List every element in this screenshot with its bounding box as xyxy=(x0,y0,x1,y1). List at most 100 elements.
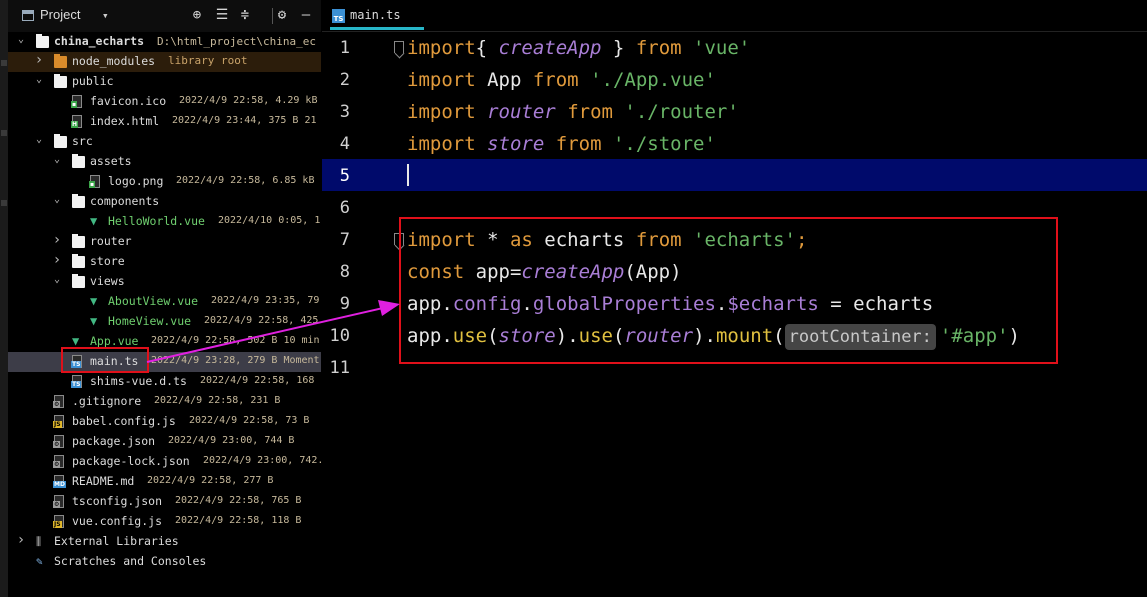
tree-item[interactable]: JS babel.config.js 2022/4/9 22:58, 73 B xyxy=(8,412,321,432)
chevron-right-icon[interactable]: › xyxy=(34,52,44,68)
active-tab-indicator xyxy=(330,27,424,30)
tree-item-label: store xyxy=(90,254,125,268)
left-tool-strip xyxy=(0,0,8,597)
javascript-file-icon: JS xyxy=(53,515,64,528)
tree-item[interactable]: MD README.md 2022/4/9 22:58, 277 B xyxy=(8,472,321,492)
hide-icon[interactable]: — xyxy=(298,7,314,23)
tree-item[interactable]: JS vue.config.js 2022/4/9 22:58, 118 B xyxy=(8,512,321,532)
tool-strip-icon[interactable] xyxy=(1,60,7,66)
typescript-file-icon: TS xyxy=(332,9,345,23)
tree-item[interactable]: ⌄ components xyxy=(8,192,321,212)
tree-item[interactable]: › node_modules library root xyxy=(8,52,321,72)
tree-item[interactable]: ▼ HelloWorld.vue 2022/4/10 0:05, 1 xyxy=(8,212,321,232)
tool-strip-icon[interactable] xyxy=(1,200,7,206)
chevron-down-icon[interactable]: ⌄ xyxy=(52,154,62,165)
editor-tab-bar: TS main.ts xyxy=(322,0,1147,30)
line-number: 11 xyxy=(329,358,350,378)
tree-item[interactable]: Hindex.html 2022/4/9 23:44, 375 B 21 xyxy=(8,112,321,132)
code-token: from xyxy=(532,69,579,91)
code-line[interactable]: import router from './router' xyxy=(407,96,739,128)
tree-item[interactable]: ⌄ china_echarts D:\html_project\china_ec xyxy=(8,32,321,52)
chevron-right-icon[interactable]: › xyxy=(52,252,62,268)
tree-item[interactable]: TS shims-vue.d.ts 2022/4/9 22:58, 168 xyxy=(8,372,321,392)
code-token: } xyxy=(601,37,636,59)
tree-item[interactable]: ⚙ package-lock.json 2022/4/9 23:00, 742. xyxy=(8,452,321,472)
tree-item[interactable]: ▼ HomeView.vue 2022/4/9 22:58, 425 xyxy=(8,312,321,332)
tree-item-label: views xyxy=(90,274,125,288)
tree-item[interactable]: ⚙ package.json 2022/4/9 23:00, 744 B xyxy=(8,432,321,452)
folder-icon xyxy=(54,54,67,68)
tool-strip-icon[interactable] xyxy=(1,130,7,136)
file-meta: 2022/4/9 23:00, 742. xyxy=(203,455,321,466)
chevron-down-icon[interactable]: ⌄ xyxy=(34,74,44,85)
tree-item-label: package.json xyxy=(72,434,156,448)
tree-item-label: logo.png xyxy=(108,174,164,188)
code-token: router xyxy=(487,101,556,123)
tree-item[interactable]: ⌄ public xyxy=(8,72,321,92)
file-meta: 2022/4/9 23:35, 79( xyxy=(211,295,321,306)
file-meta: 2022/4/9 22:58, 765 B xyxy=(175,495,302,506)
tree-item[interactable]: ⌄ src xyxy=(8,132,321,152)
tree-item[interactable]: ✎ Scratches and Consoles xyxy=(8,552,321,572)
html-file-icon: H xyxy=(71,115,82,128)
highlight-box-code xyxy=(399,217,1058,364)
chevron-right-icon[interactable]: › xyxy=(16,532,26,548)
project-panel-title[interactable]: Project xyxy=(40,7,80,22)
tree-item[interactable]: ⚙ .gitignore 2022/4/9 22:58, 231 B xyxy=(8,392,321,412)
tree-item[interactable]: ▪ favicon.ico 2022/4/9 22:58, 4.29 kB xyxy=(8,92,321,112)
file-meta: 2022/4/9 22:58, 4.29 kB xyxy=(179,95,318,106)
code-token: import xyxy=(407,37,476,59)
target-icon[interactable]: ⊕ xyxy=(189,7,205,23)
tree-item-label: tsconfig.json xyxy=(72,494,163,508)
code-token: import xyxy=(407,133,476,155)
chevron-down-icon[interactable]: ⌄ xyxy=(52,274,62,285)
typescript-file-icon: TS xyxy=(71,375,82,388)
tree-item[interactable]: ⌄ assets xyxy=(8,152,321,172)
line-number: 1 xyxy=(339,38,350,58)
code-token: './store' xyxy=(612,133,716,155)
chevron-down-icon[interactable]: ⌄ xyxy=(16,34,26,45)
code-line[interactable]: import App from './App.vue' xyxy=(407,64,716,96)
tree-item[interactable]: ▪ logo.png 2022/4/9 22:58, 6.85 kB xyxy=(8,172,321,192)
config-file-icon: ⚙ xyxy=(53,455,64,468)
tab-main-ts[interactable]: TS main.ts xyxy=(330,4,424,30)
gear-icon[interactable]: ⚙ xyxy=(274,7,290,23)
line-number: 6 xyxy=(339,198,350,218)
expand-all-icon[interactable]: ☰ xyxy=(214,7,230,23)
tree-item-label: router xyxy=(90,234,132,248)
tree-item[interactable]: TS main.ts 2022/4/9 23:28, 279 B Moment xyxy=(8,352,321,372)
tree-item[interactable]: ⌄ views xyxy=(8,272,321,292)
tree-item[interactable]: ▼ App.vue 2022/4/9 22:58, 502 B 10 min xyxy=(8,332,321,352)
tree-item[interactable]: › store xyxy=(8,252,321,272)
tree-item[interactable]: ▼ AboutView.vue 2022/4/9 23:35, 79( xyxy=(8,292,321,312)
chevron-right-icon[interactable]: › xyxy=(52,232,62,248)
chevron-down-icon[interactable]: ⌄ xyxy=(52,194,62,205)
vue-file-icon: ▼ xyxy=(72,334,80,348)
tree-item-label: node_modules xyxy=(72,54,156,68)
tree-item[interactable]: ⚙ tsconfig.json 2022/4/9 22:58, 765 B xyxy=(8,492,321,512)
file-meta: 2022/4/10 0:05, 1 xyxy=(218,215,321,226)
code-token: createApp xyxy=(498,37,602,59)
tree-item[interactable]: › ⫼ External Libraries xyxy=(8,532,321,552)
chevron-down-icon[interactable]: ⌄ xyxy=(34,134,44,145)
code-line[interactable]: import store from './store' xyxy=(407,128,716,160)
file-meta: 2022/4/9 22:58, 6.85 kB xyxy=(176,175,315,186)
folder-icon xyxy=(54,134,67,148)
tab-label: main.ts xyxy=(350,8,401,22)
code-line[interactable]: import{ createApp } from 'vue' xyxy=(407,32,750,64)
file-meta: 2022/4/9 23:44, 375 B 21 xyxy=(172,115,317,126)
fold-marker-icon[interactable] xyxy=(394,41,404,53)
view-dropdown-icon[interactable]: ▾ xyxy=(102,9,109,22)
tree-item-label: App.vue xyxy=(90,334,139,348)
tree-item-label: External Libraries xyxy=(54,534,179,548)
tree-item[interactable]: › router xyxy=(8,232,321,252)
tree-item-label: vue.config.js xyxy=(72,514,163,528)
code-token: App xyxy=(475,69,533,91)
tree-item-label: package-lock.json xyxy=(72,454,190,468)
collapse-all-icon[interactable]: ≑ xyxy=(237,7,253,23)
